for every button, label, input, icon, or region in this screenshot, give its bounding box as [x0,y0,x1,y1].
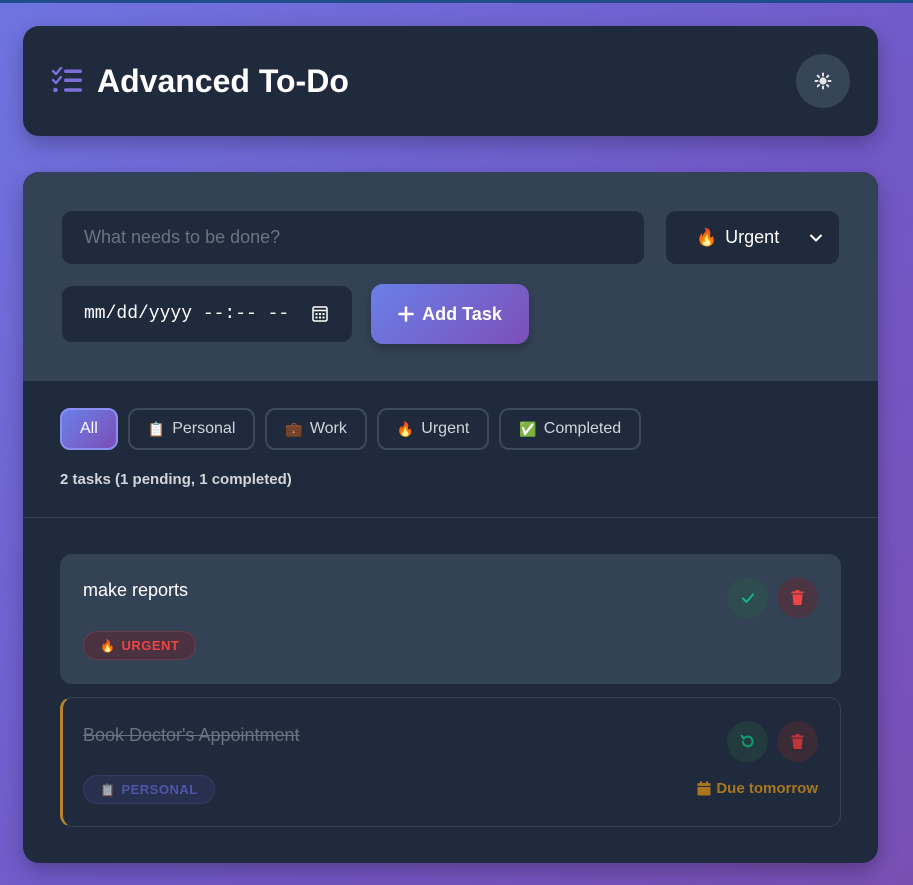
filter-all-label: All [80,420,98,437]
theme-toggle-button[interactable] [796,54,850,108]
due-date-text: Due tomorrow [716,780,818,797]
filter-completed[interactable]: ✅ Completed [499,408,642,450]
filter-completed-label: Completed [543,420,622,437]
todo-card: 🔥 Urgent mm/dd/yyyy --:-- -- Add Task Al… [23,172,878,863]
filter-all[interactable]: All [60,408,118,450]
divider [23,517,878,518]
undo-button[interactable] [727,721,768,762]
add-task-button[interactable]: Add Task [371,284,529,344]
task-item: Book Doctor's Appointment 📋 PERSONAL Due… [60,697,841,827]
category-label: PERSONAL [121,782,198,797]
fire-icon: 🔥 [696,228,718,247]
calendar-icon [697,781,711,796]
trash-icon [791,734,804,749]
add-task-form: 🔥 Urgent mm/dd/yyyy --:-- -- Add Task [23,172,878,381]
clipboard-icon: 📋 [100,782,116,797]
task-input[interactable] [62,211,644,264]
fire-icon: 🔥 [100,638,116,653]
task-text[interactable]: Book Doctor's Appointment [83,725,300,746]
complete-button[interactable] [727,577,768,618]
filter-work-label: Work [309,420,347,437]
priority-select[interactable]: 🔥 Urgent [666,211,839,264]
category-label: URGENT [121,638,180,653]
category-badge: 📋 PERSONAL [83,775,215,804]
filter-personal[interactable]: 📋 Personal [127,408,256,450]
briefcase-icon: 💼 [285,421,303,437]
delete-button[interactable] [777,577,818,618]
page-title: Advanced To-Do [97,62,349,99]
filter-urgent[interactable]: 🔥 Urgent [376,408,490,450]
undo-icon [740,734,754,748]
chevron-down-icon [810,234,822,242]
trash-icon [791,590,804,605]
filter-personal-label: Personal [172,420,236,437]
task-item: make reports 🔥 URGENT [60,554,841,684]
window-top-border [0,0,913,3]
category-badge: 🔥 URGENT [83,631,197,660]
due-date-value: mm/dd/yyyy --:-- -- [84,304,290,324]
check-icon [741,593,754,603]
priority-selected-label: Urgent [725,227,780,247]
delete-button[interactable] [777,721,818,762]
task-list-icon [51,67,82,93]
clipboard-icon: 📋 [147,421,166,437]
task-text[interactable]: make reports [83,580,188,601]
filter-work[interactable]: 💼 Work [265,408,367,450]
checkmark-box-icon: ✅ [519,421,537,437]
filter-bar: All 📋 Personal 💼 Work 🔥 Urgent ✅ Complet… [60,408,642,450]
due-date-input[interactable]: mm/dd/yyyy --:-- -- [62,286,352,342]
plus-icon [398,306,414,322]
filter-urgent-label: Urgent [421,420,470,437]
add-task-label: Add Task [422,303,502,324]
calendar-picker-icon[interactable] [312,305,328,322]
fire-icon: 🔥 [396,421,415,437]
task-stats: 2 tasks (1 pending, 1 completed) [60,471,292,488]
app-header: Advanced To-Do [23,26,878,136]
sun-icon [814,72,832,90]
due-date-label: Due tomorrow [697,780,818,797]
